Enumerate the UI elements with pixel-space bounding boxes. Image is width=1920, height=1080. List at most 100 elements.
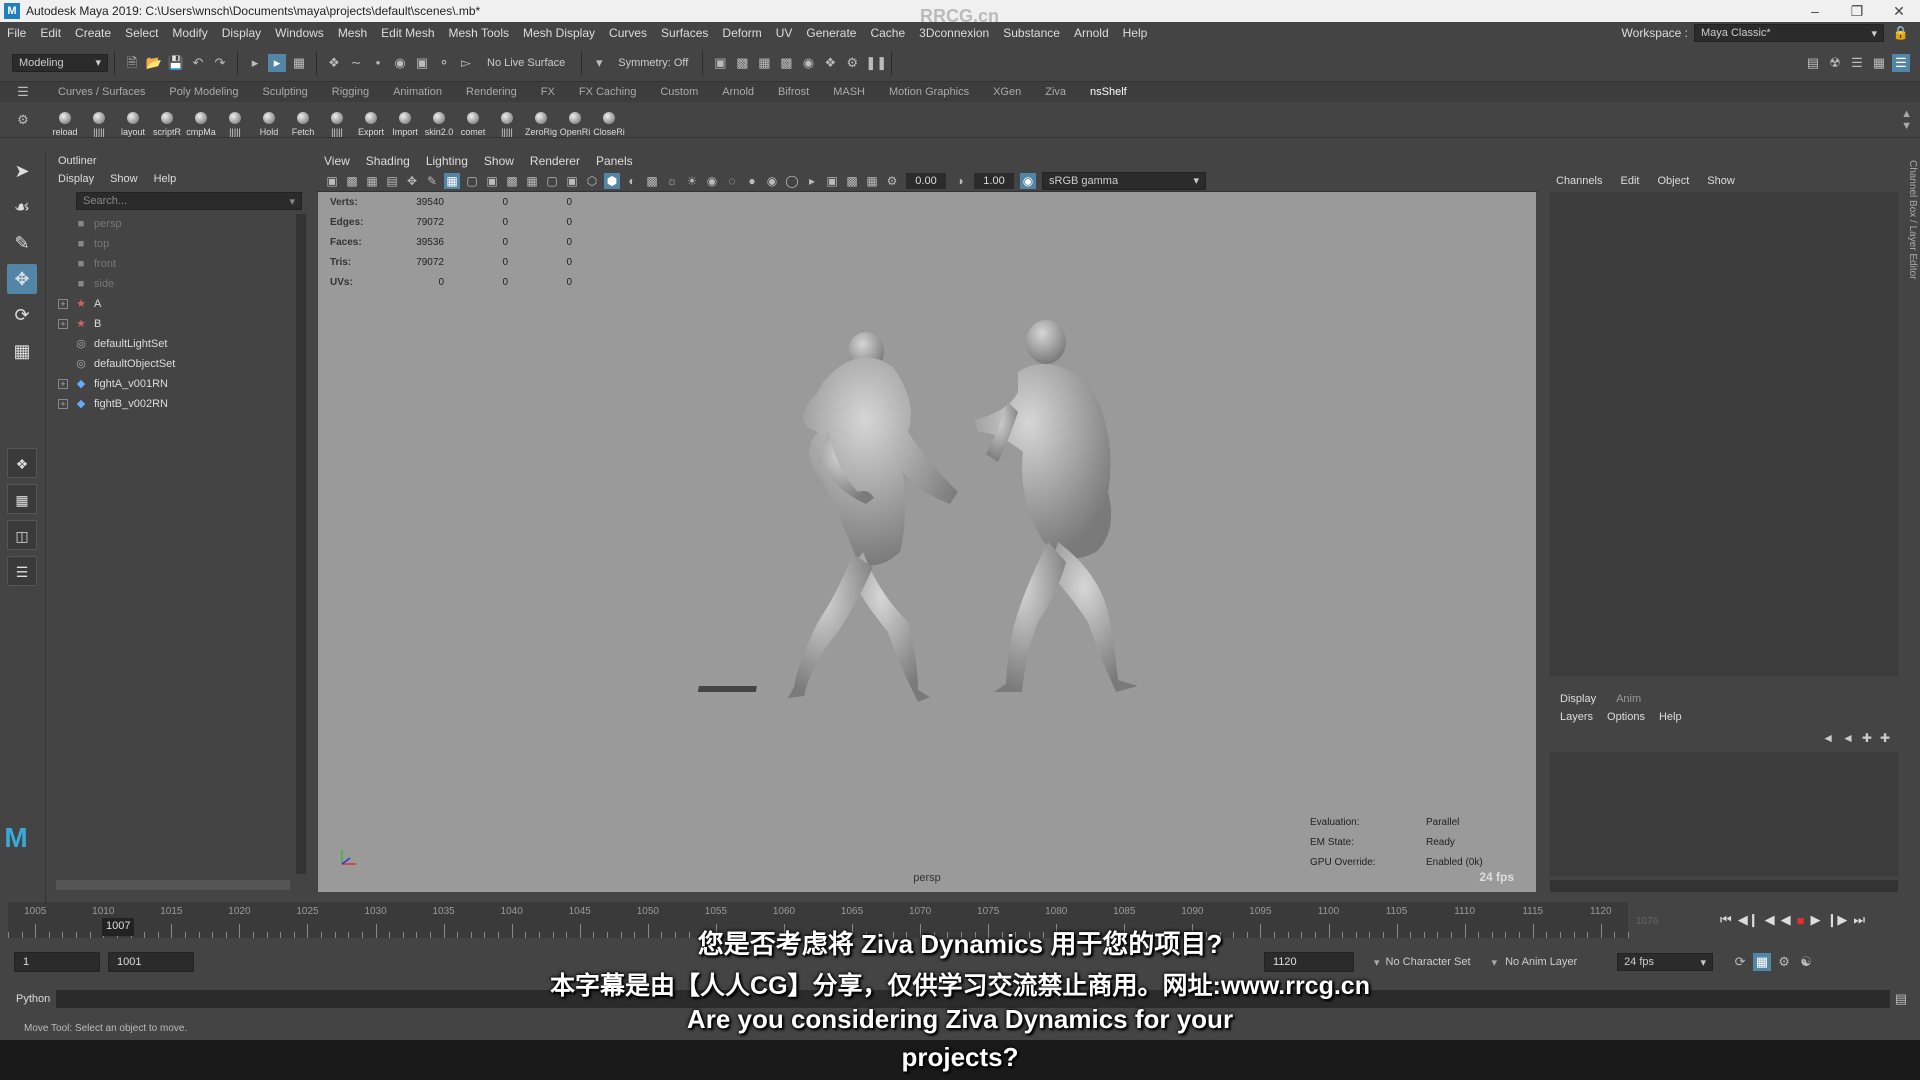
move-tool-icon[interactable]: ✥ [7,264,37,294]
shelf-tab-motion-graphics[interactable]: Motion Graphics [877,86,981,98]
shelf-button[interactable]: ||||| [320,103,354,137]
shelf-button[interactable]: CloseRi [592,103,626,137]
shelf-button[interactable]: comet [456,103,490,137]
menu-help[interactable]: Help [1116,26,1155,40]
shelf-tab-ziva[interactable]: Ziva [1033,86,1078,98]
layer-list[interactable] [1550,752,1898,876]
expand-icon[interactable]: + [58,379,68,389]
shelf-tab-rigging[interactable]: Rigging [320,86,381,98]
smooth-shade-icon[interactable]: ⬢ [604,172,620,189]
outliner-layout-icon[interactable]: ☰ [7,556,37,586]
layer-menu-options[interactable]: Options [1607,711,1645,723]
attribute-editor-icon[interactable]: ☰ [1848,54,1866,72]
expand-icon[interactable]: + [58,319,68,329]
menu-mesh-tools[interactable]: Mesh Tools [442,26,516,40]
shelf-button[interactable]: Export [354,103,388,137]
outliner-item[interactable]: ■ front [50,254,308,274]
restore-icon[interactable]: ❐ [1836,3,1878,20]
camera-attributes-icon[interactable]: ▩ [344,173,360,189]
lasso-tool-icon[interactable]: ☙ [7,192,37,222]
select-tool-icon[interactable]: ➤ [7,156,37,186]
viewport-menu-panels[interactable]: Panels [596,154,633,168]
shelf-tab-mash[interactable]: MASH [821,86,877,98]
light-editor-icon[interactable]: ⚙ [843,54,861,72]
persp-graph-layout-icon[interactable]: ◫ [7,520,37,550]
shelf-button[interactable]: Import [388,103,422,137]
shelf-button[interactable]: skin2.0 [422,103,456,137]
grid-icon[interactable]: ▦ [444,172,460,189]
resolution-gate-icon[interactable]: ▣ [484,173,500,189]
render-view-icon[interactable]: ▣ [711,54,729,72]
shelf-button[interactable]: ||||| [490,103,524,137]
select-hierarchy-icon[interactable]: ▸ [246,54,264,72]
select-component-icon[interactable]: ▦ [290,54,308,72]
viewport-menu-view[interactable]: View [324,154,350,168]
film-gate-icon[interactable]: ▢ [464,173,480,189]
xray-icon[interactable]: ▸ [804,173,820,189]
select-object-icon[interactable]: ▸ [268,53,286,72]
snap-curve-icon[interactable]: ∼ [347,54,365,72]
shelf-button[interactable]: ||||| [82,103,116,137]
motion-blur-icon[interactable]: ◌ [724,173,740,189]
outliner-item[interactable]: ■ persp [50,214,308,234]
shelf-tab-nsshelf[interactable]: nsShelf [1078,86,1139,98]
hypershade-icon[interactable]: ◉ [799,54,817,72]
save-scene-icon[interactable]: 💾 [167,54,185,72]
shelf-button[interactable]: ||||| [218,103,252,137]
shelf-button[interactable]: reload [48,103,82,137]
pause-icon[interactable]: ❚❚ [865,54,887,72]
human-ik-icon[interactable]: ☢ [1826,54,1844,72]
textured-icon[interactable]: ▩ [644,173,660,189]
outliner-hscrollbar[interactable] [56,880,290,890]
rotate-tool-icon[interactable]: ⟳ [7,300,37,330]
channelbox-menu-edit[interactable]: Edit [1620,175,1639,187]
menu-cache[interactable]: Cache [863,26,912,40]
menu-modify[interactable]: Modify [165,26,214,40]
shelf-tab-sculpting[interactable]: Sculpting [251,86,320,98]
exposure-field[interactable]: 0.00 [906,172,946,189]
snap-live-icon[interactable]: ⚬ [435,54,453,72]
viewport-menu-shading[interactable]: Shading [366,154,410,168]
menu-arnold[interactable]: Arnold [1067,26,1116,40]
menu-curves[interactable]: Curves [602,26,654,40]
fighter-b-model[interactable] [974,320,1138,692]
wireframe-icon[interactable]: ⬡ [584,173,600,189]
camera-select-icon[interactable]: ▣ [324,173,340,189]
menu-substance[interactable]: Substance [996,26,1067,40]
menu-file[interactable]: File [0,26,33,40]
isolate-select-icon[interactable]: ◯ [784,173,800,189]
outliner-item[interactable]: ■ side [50,274,308,294]
channelbox-menu-channels[interactable]: Channels [1556,175,1602,187]
shelf-button[interactable]: Hold [252,103,286,137]
menu-mesh[interactable]: Mesh [331,26,374,40]
new-layer-icon[interactable]: ✚ [1862,731,1872,745]
outliner-menu-display[interactable]: Display [58,173,94,185]
shelf-tab-rendering[interactable]: Rendering [454,86,529,98]
depth-of-field-icon[interactable]: ◉ [764,173,780,189]
expand-icon[interactable]: + [58,399,68,409]
layer-menu-layers[interactable]: Layers [1560,711,1593,723]
shelf-tab-fx[interactable]: FX [529,86,567,98]
safe-action-icon[interactable]: ▢ [544,173,560,189]
anti-aliasing-icon[interactable]: ● [744,173,760,189]
live-surface-icon[interactable]: ▻ [457,54,475,72]
viewport-menu-show[interactable]: Show [484,154,514,168]
wireframe-on-shaded-icon[interactable]: ◐ [624,173,640,189]
menu-create[interactable]: Create [68,26,118,40]
modeling-toolkit-icon[interactable]: ▤ [1804,54,1822,72]
new-layer-selected-icon[interactable]: ✚ [1880,731,1890,745]
menu-edit[interactable]: Edit [33,26,68,40]
paint-select-icon[interactable]: ✎ [7,228,37,258]
channelbox-menu-show[interactable]: Show [1707,175,1735,187]
scale-tool-icon[interactable]: ▦ [7,336,37,366]
layer-tab-display[interactable]: Display [1560,693,1596,705]
shelf-settings-icon[interactable]: ⚙ [14,111,32,129]
backface-culling-icon[interactable]: ▦ [864,173,880,189]
outliner-scrollbar[interactable] [296,214,306,874]
2d-pan-icon[interactable]: ✥ [404,173,420,189]
color-management-icon[interactable]: ◉ [1020,172,1036,189]
shelf-button[interactable]: Fetch [286,103,320,137]
move-layer-up-icon[interactable]: ◄ [1822,731,1834,745]
xray-joints-icon[interactable]: ▣ [824,173,840,189]
perspective-viewport[interactable]: Verts: 39540 0 0 Edges: 79072 0 0 Faces: 39536 0 0 T… [318,192,1536,892]
